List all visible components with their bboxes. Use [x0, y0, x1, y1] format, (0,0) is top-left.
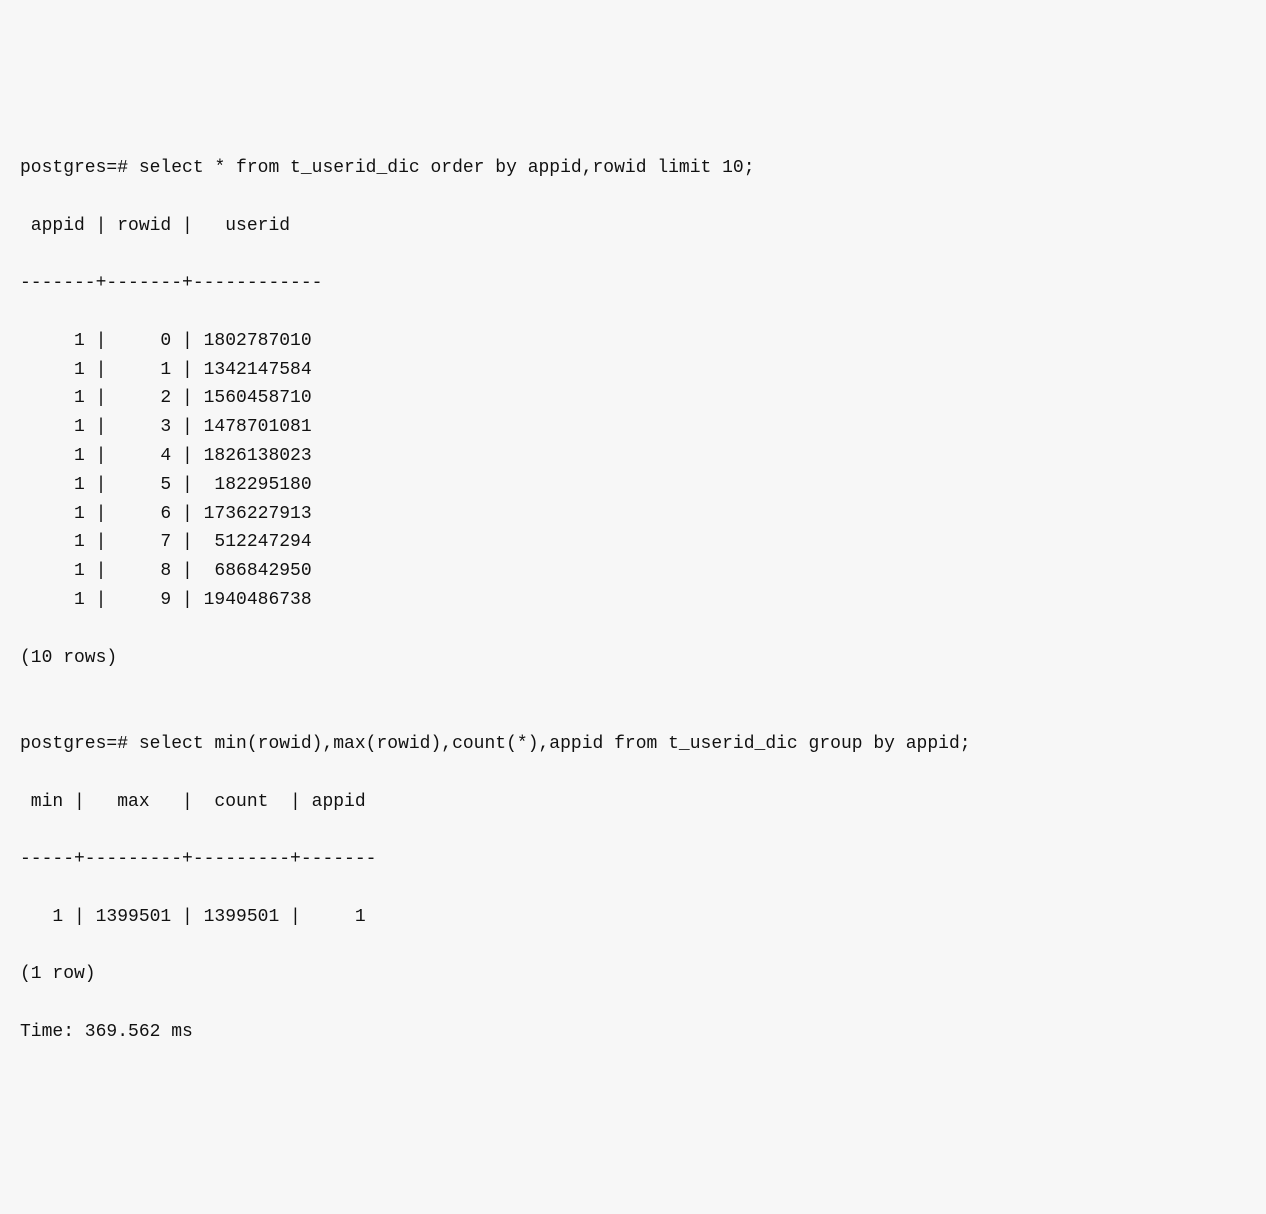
- q1-row: 1 | 6 | 1736227913: [20, 500, 1246, 529]
- q1-row: 1 | 9 | 1940486738: [20, 586, 1246, 615]
- q1-row: 1 | 1 | 1342147584: [20, 356, 1246, 385]
- psql-prompt: postgres=#: [20, 734, 139, 754]
- q1-separator: -------+-------+------------: [20, 269, 1246, 298]
- psql-prompt: postgres=#: [20, 158, 139, 178]
- q1-row: 1 | 5 | 182295180: [20, 471, 1246, 500]
- q1-header: appid | rowid | userid: [20, 212, 1246, 241]
- sql-query-1: select * from t_userid_dic order by appi…: [139, 158, 755, 178]
- q1-row: 1 | 7 | 512247294: [20, 528, 1246, 557]
- q2-command-line: postgres=# select min(rowid),max(rowid),…: [20, 730, 1246, 759]
- terminal-output: postgres=# select * from t_userid_dic or…: [20, 125, 1246, 1075]
- q2-rowcount: (1 row): [20, 960, 1246, 989]
- q2-header: min | max | count | appid: [20, 788, 1246, 817]
- q2-row: 1 | 1399501 | 1399501 | 1: [20, 903, 1246, 932]
- q1-row: 1 | 8 | 686842950: [20, 557, 1246, 586]
- q1-row: 1 | 4 | 1826138023: [20, 442, 1246, 471]
- q1-row: 1 | 3 | 1478701081: [20, 413, 1246, 442]
- q1-row: 1 | 0 | 1802787010: [20, 327, 1246, 356]
- sql-query-2: select min(rowid),max(rowid),count(*),ap…: [139, 734, 971, 754]
- q2-separator: -----+---------+---------+-------: [20, 845, 1246, 874]
- q1-rowcount: (10 rows): [20, 644, 1246, 673]
- q1-row: 1 | 2 | 1560458710: [20, 384, 1246, 413]
- q1-command-line: postgres=# select * from t_userid_dic or…: [20, 154, 1246, 183]
- q2-timing: Time: 369.562 ms: [20, 1018, 1246, 1047]
